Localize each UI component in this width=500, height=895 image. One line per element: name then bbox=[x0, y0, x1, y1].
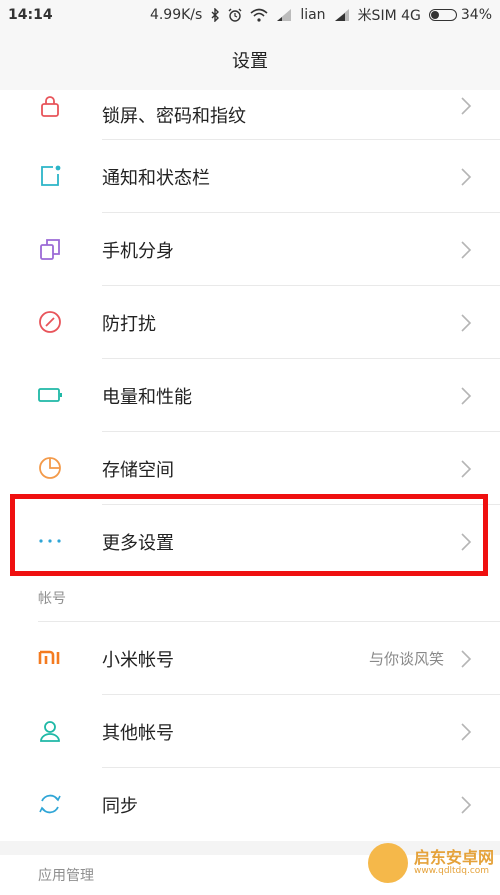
signal-icon bbox=[277, 9, 292, 21]
battery-icon bbox=[38, 388, 62, 402]
row-label: 防打扰 bbox=[102, 313, 156, 335]
row-mi-account[interactable]: 小米帐号 与你谈风笑 bbox=[0, 622, 500, 695]
status-time: 14:14 bbox=[8, 7, 53, 23]
watermark-name: 启东安卓网 bbox=[413, 848, 494, 868]
notification-icon bbox=[41, 165, 61, 186]
chevron-right-icon bbox=[461, 460, 472, 478]
mi-logo-icon bbox=[38, 650, 60, 664]
sync-icon bbox=[39, 794, 61, 814]
highlight-box bbox=[10, 494, 488, 576]
section-title: 帐号 bbox=[38, 591, 66, 607]
row-lock-screen[interactable]: 锁屏、密码和指纹 bbox=[0, 90, 500, 140]
network-speed: 4.99K/s bbox=[149, 7, 203, 23]
bluetooth-icon bbox=[211, 8, 220, 22]
row-label: 同步 bbox=[102, 795, 138, 817]
page-title: 设置 bbox=[232, 51, 268, 72]
row-label: 存储空间 bbox=[102, 459, 174, 481]
chevron-right-icon bbox=[461, 723, 472, 741]
row-do-not-disturb[interactable]: 防打扰 bbox=[0, 286, 500, 359]
chevron-right-icon bbox=[461, 650, 472, 668]
status-bar: 14:14 4.99K/s lian 米SIM 4G 34% bbox=[0, 0, 500, 30]
row-label: 小米帐号 bbox=[102, 649, 174, 671]
battery-percent: 34% bbox=[460, 7, 492, 23]
carrier-1: lian bbox=[300, 7, 326, 23]
person-icon bbox=[40, 721, 60, 742]
chevron-right-icon bbox=[461, 168, 472, 186]
chevron-right-icon bbox=[461, 241, 472, 259]
row-label: 通知和状态栏 bbox=[102, 167, 210, 189]
row-other-accounts[interactable]: 其他帐号 bbox=[0, 695, 500, 768]
row-label: 手机分身 bbox=[102, 240, 174, 262]
dual-apps-icon bbox=[40, 239, 60, 260]
wifi-icon bbox=[250, 8, 268, 22]
row-label: 电量和性能 bbox=[102, 386, 192, 408]
header: 设置 bbox=[0, 30, 500, 90]
row-battery-performance[interactable]: 电量和性能 bbox=[0, 359, 500, 432]
row-sync[interactable]: 同步 bbox=[0, 768, 500, 841]
row-label: 锁屏、密码和指纹 bbox=[102, 106, 246, 127]
watermark-logo-icon bbox=[367, 843, 408, 883]
lock-icon bbox=[41, 96, 59, 117]
section-title: 应用管理 bbox=[38, 868, 94, 884]
account-name: 与你谈风笑 bbox=[368, 650, 444, 668]
settings-list: 锁屏、密码和指纹 通知和状态栏 手机分身 防打扰 电量和性能 存储空间 更多设置 bbox=[0, 90, 500, 895]
signal-icon-2 bbox=[334, 9, 349, 21]
row-dual-apps[interactable]: 手机分身 bbox=[0, 213, 500, 286]
chevron-right-icon bbox=[461, 314, 472, 332]
battery-indicator: 34% bbox=[428, 7, 492, 23]
chevron-right-icon bbox=[461, 796, 472, 814]
chevron-right-icon bbox=[461, 97, 472, 115]
watermark-url: www.qdltdq.com bbox=[413, 865, 490, 876]
section-header-accounts: 帐号 bbox=[0, 578, 500, 622]
row-notifications[interactable]: 通知和状态栏 bbox=[0, 140, 500, 213]
carrier-2: 米SIM 4G bbox=[357, 8, 421, 24]
alarm-icon bbox=[228, 8, 242, 22]
battery-fill bbox=[430, 11, 440, 19]
storage-pie-icon bbox=[39, 457, 61, 479]
chevron-right-icon bbox=[461, 387, 472, 405]
watermark: 启东安卓网 www.qdltdq.com bbox=[367, 843, 494, 883]
row-label: 其他帐号 bbox=[102, 722, 174, 744]
do-not-disturb-icon bbox=[39, 311, 61, 333]
battery-outline-icon bbox=[428, 9, 457, 21]
